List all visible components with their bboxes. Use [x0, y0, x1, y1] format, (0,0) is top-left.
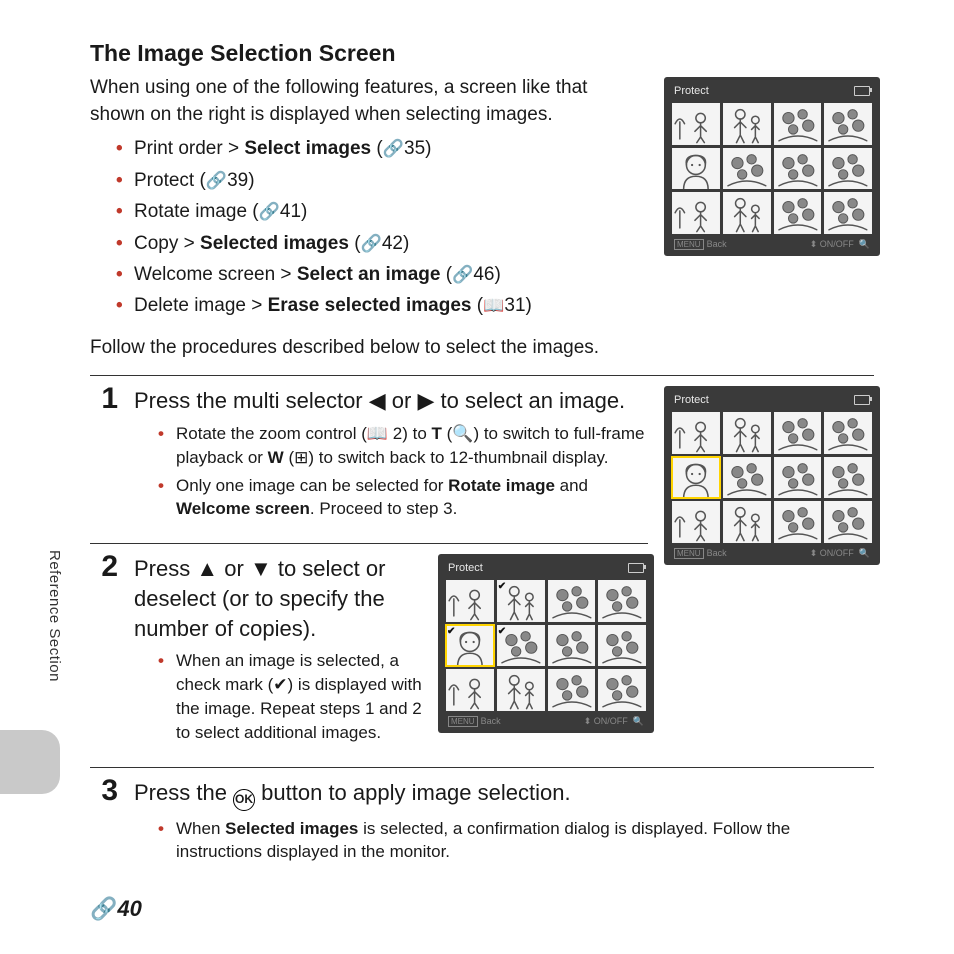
step-note: Only one image can be selected for Rotat…: [162, 474, 648, 522]
intro-text: When using one of the following features…: [90, 75, 630, 128]
lcd-thumbnail: [824, 457, 872, 499]
lcd-thumbnail: [446, 580, 494, 622]
lcd-thumbnail: [672, 412, 720, 454]
lcd-thumbnail: [824, 501, 872, 543]
lcd-thumbnail: ✔: [497, 580, 545, 622]
lcd-thumbnail: [774, 457, 822, 499]
lcd-illustration-2: Protect MENUBack ⬍ ON/OFF 🔍: [664, 386, 880, 565]
feature-item: Protect (🔗39): [120, 166, 874, 195]
ref-icon: 🔗: [206, 168, 227, 194]
ref-icon: 🔗: [361, 231, 382, 257]
check-icon: ✔: [498, 626, 506, 637]
step-3: 3 Press the OK button to apply image sel…: [90, 776, 874, 873]
lcd-back-label: MENUBack: [448, 716, 501, 726]
battery-icon: [854, 86, 870, 96]
step-note: Rotate the zoom control (📖 2) to T (🔍) t…: [162, 422, 648, 470]
ok-button-icon: OK: [233, 789, 255, 811]
book-icon: 📖: [483, 293, 504, 319]
step-3-lead: Press the OK button to apply image selec…: [134, 778, 834, 811]
feature-item: Rotate image (🔗41): [120, 197, 874, 226]
lcd-thumbnail: [548, 625, 596, 667]
lcd-onoff-label: ⬍ ON/OFF 🔍: [810, 548, 870, 559]
lcd-thumbnail: [446, 669, 494, 711]
feature-item: Print order > Select images (🔗35): [120, 134, 874, 163]
lcd-onoff-label: ⬍ ON/OFF 🔍: [584, 716, 644, 727]
feature-item: Delete image > Erase selected images (📖 …: [120, 291, 874, 320]
lcd-illustration-3: Protect ✔ ✔ ✔ MENUBack ⬍ ON/OFF 🔍: [438, 554, 654, 733]
side-thumb-tab: [0, 730, 60, 794]
step-number: 1: [90, 384, 118, 414]
lcd-thumbnail: [497, 669, 545, 711]
lcd-thumbnail: [723, 412, 771, 454]
lcd-title-text: Protect: [674, 85, 709, 97]
lcd-thumbnail: [774, 501, 822, 543]
lcd-title-text: Protect: [674, 394, 709, 406]
ref-section-icon: 🔗: [90, 896, 117, 921]
ref-icon: 🔗: [383, 136, 404, 162]
right-arrow-icon: ▶: [417, 388, 434, 413]
lcd-thumbnail: [672, 501, 720, 543]
battery-icon: [854, 395, 870, 405]
step-note: When Selected images is selected, a conf…: [162, 817, 874, 865]
lcd-thumbnail: [723, 501, 771, 543]
feature-item: Copy > Selected images (🔗42): [120, 229, 874, 258]
divider: [90, 543, 648, 544]
lcd-thumbnail: [598, 625, 646, 667]
ref-icon: 🔗: [259, 199, 280, 225]
step-2-notes: When an image is selected, a check mark …: [134, 649, 422, 744]
step-2-lead: Press ▲ or ▼ to select or deselect (or t…: [134, 554, 422, 643]
ref-icon: 🔗: [452, 262, 473, 288]
left-arrow-icon: ◀: [369, 388, 386, 413]
feature-item: Welcome screen > Select an image (🔗46): [120, 260, 874, 289]
battery-icon: [628, 563, 644, 573]
divider: [90, 767, 874, 768]
down-arrow-icon: ▼: [250, 556, 272, 581]
lcd-thumbnail: [548, 580, 596, 622]
lcd-thumbnail: [723, 457, 771, 499]
step-number: 2: [90, 552, 118, 582]
follow-text: Follow the procedures described below to…: [90, 335, 874, 362]
lcd-back-label: MENUBack: [674, 548, 727, 558]
step-3-notes: When Selected images is selected, a conf…: [134, 817, 874, 865]
step-1-notes: Rotate the zoom control (📖 2) to T (🔍) t…: [134, 422, 648, 521]
lcd-thumbnail: ✔: [497, 625, 545, 667]
side-section-label: Reference Section: [46, 550, 63, 682]
lcd-title-text: Protect: [448, 562, 483, 574]
lcd-thumbnail: ✔: [446, 625, 494, 667]
lcd-thumbnail: [598, 580, 646, 622]
divider: [90, 375, 874, 376]
page-number: 🔗40: [90, 896, 142, 922]
lcd-thumbnail: [824, 412, 872, 454]
step-note: When an image is selected, a check mark …: [162, 649, 422, 744]
step-number: 3: [90, 776, 118, 806]
up-arrow-icon: ▲: [196, 556, 218, 581]
check-icon: ✔: [498, 581, 506, 592]
lcd-thumbnail: [672, 457, 720, 499]
lcd-thumbnail: [548, 669, 596, 711]
lcd-thumbnail: [774, 412, 822, 454]
lcd-thumbnail: [598, 669, 646, 711]
page-title: The Image Selection Screen: [90, 40, 874, 67]
step-1-lead: Press the multi selector ◀ or ▶ to selec…: [134, 386, 634, 416]
step-1: 1 Press the multi selector ◀ or ▶ to sel…: [90, 384, 648, 529]
check-icon: ✔: [447, 626, 455, 637]
step-2: 2 Press ▲ or ▼ to select or deselect (or…: [90, 552, 422, 752]
